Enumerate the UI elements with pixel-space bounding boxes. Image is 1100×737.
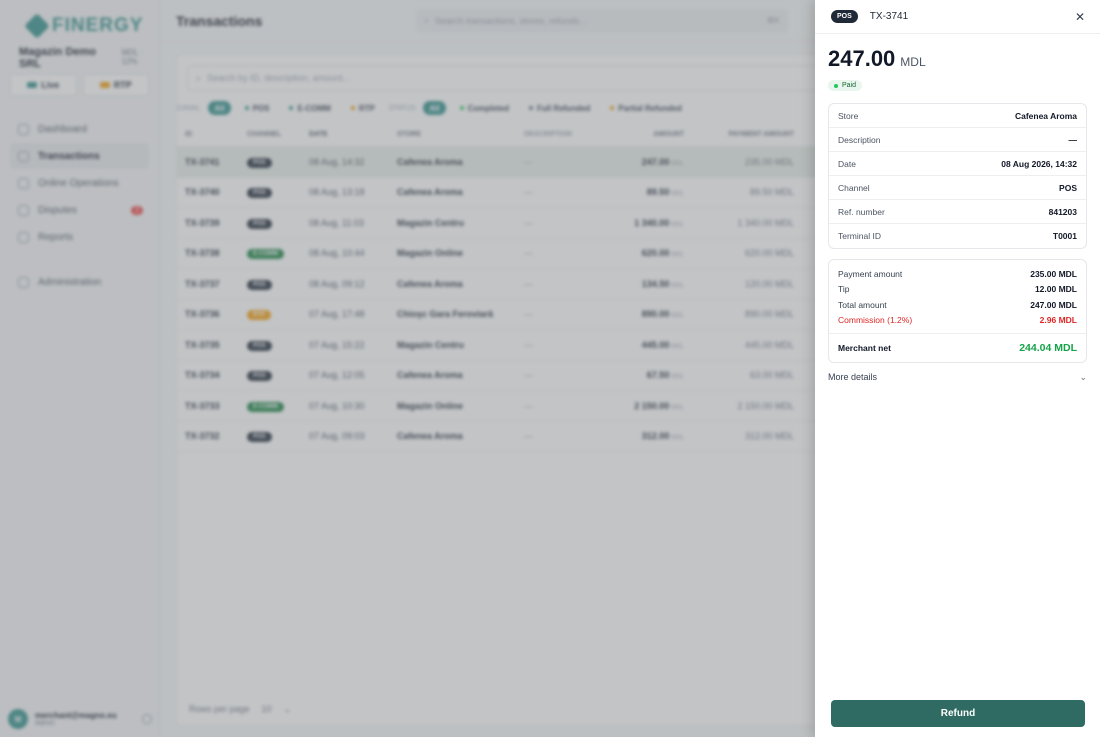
details-card: Store Cafenea Aroma Description — Date 08 A… — [828, 103, 1087, 249]
merchant-net-label: Merchant net — [838, 343, 891, 353]
commission-label: Commission (1.2%) — [838, 315, 913, 326]
status-label: Paid — [842, 82, 857, 89]
total-amount-value: 247.00 MDL — [1030, 299, 1077, 310]
detail-value: POS — [1059, 182, 1077, 193]
merchant-net-value: 244.04 MDL — [1019, 342, 1077, 354]
commission-row: Commission (1.2%) 2.96 MDL — [829, 313, 1086, 329]
transaction-detail-drawer: POS TX-3741 ✕ 247.00 MDL Paid Store Cafen… — [815, 0, 1100, 737]
detail-label: Terminal ID — [838, 231, 881, 241]
detail-row-date: Date 08 Aug 2026, 14:32 — [829, 152, 1086, 176]
more-details-label: More details — [828, 372, 878, 382]
payment-amount-label: Payment amount — [838, 268, 903, 279]
payment-amount-row: Payment amount 235.00 MDL — [829, 266, 1086, 282]
commission-value: 2.96 MDL — [1039, 315, 1077, 326]
detail-row-ref-number: Ref. number 841203 — [829, 200, 1086, 224]
detail-label: Date — [838, 158, 856, 169]
detail-label: Store — [838, 110, 859, 121]
detail-row-description: Description — — [829, 128, 1086, 152]
payment-amount-value: 235.00 MDL — [1030, 268, 1077, 279]
amount-currency: MDL — [900, 55, 926, 69]
amount-value: 247.00 — [828, 46, 896, 71]
merchant-net-row: Merchant net 244.04 MDL — [829, 334, 1086, 358]
refund-button[interactable]: Refund — [831, 700, 1085, 727]
detail-label: Description — [838, 134, 881, 145]
detail-value: 841203 — [1048, 206, 1077, 217]
total-amount-row: Total amount 247.00 MDL — [829, 297, 1086, 313]
total-amount-label: Total amount — [838, 299, 887, 310]
more-details-toggle[interactable]: More details ⌄ — [815, 370, 1100, 384]
detail-label: Ref. number — [838, 206, 885, 217]
status-badge: Paid — [828, 80, 863, 91]
amount-summary: 247.00 MDL — [815, 34, 1100, 72]
close-icon[interactable]: ✕ — [1071, 8, 1089, 26]
tip-row: Tip 12.00 MDL — [829, 282, 1086, 298]
channel-badge: POS — [831, 10, 858, 23]
tip-label: Tip — [838, 284, 850, 295]
payment-breakdown-card: Payment amount 235.00 MDL Tip 12.00 MDL To… — [828, 259, 1087, 363]
status-dot-icon — [834, 83, 838, 88]
transaction-id: TX-3741 — [869, 11, 909, 22]
detail-value: T0001 — [1052, 231, 1077, 241]
detail-row-channel: Channel POS — [829, 176, 1086, 200]
detail-value: 08 Aug 2026, 14:32 — [1001, 158, 1077, 169]
detail-value: Cafenea Aroma — [1014, 110, 1077, 121]
tip-value: 12.00 MDL — [1034, 284, 1077, 295]
drawer-header: POS TX-3741 ✕ — [815, 0, 1100, 34]
detail-label: Channel — [838, 182, 870, 193]
detail-value: — — [1068, 134, 1078, 145]
chevron-down-icon: ⌄ — [1079, 371, 1087, 382]
detail-row-terminal-id: Terminal ID T0001 — [829, 224, 1086, 248]
detail-row-store: Store Cafenea Aroma — [829, 104, 1086, 128]
